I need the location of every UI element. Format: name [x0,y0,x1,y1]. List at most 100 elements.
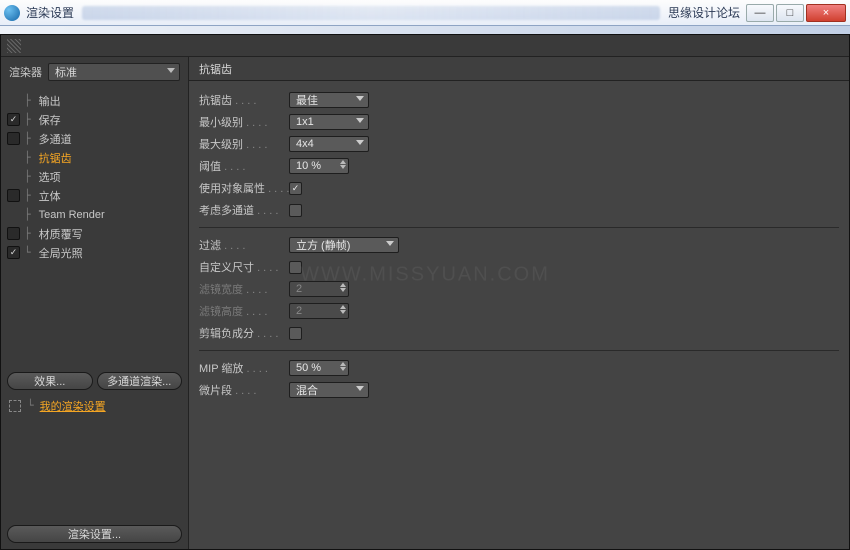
preset-label: 我的渲染设置 [40,398,106,414]
checkbox[interactable] [289,182,302,195]
renderer-combo[interactable]: 标准 [48,63,180,81]
sidebar-item[interactable]: ├Team Render [1,205,188,224]
sidebar-item[interactable]: ├保存 [1,110,188,129]
number-input[interactable]: 10 % [289,158,349,174]
field-row: 考虑多通道 . . . . [199,199,839,221]
minimize-button[interactable]: — [746,4,774,22]
preset-icon [9,400,21,412]
field-row: MIP 缩放 . . . .50 % [199,357,839,379]
chevron-down-icon [356,118,364,123]
field-row: 剪辑负成分 . . . . [199,322,839,344]
checkbox [7,170,20,183]
dropdown[interactable]: 混合 [289,382,369,398]
sidebar-item[interactable]: └全局光照 [1,243,188,262]
field-label: MIP 缩放 . . . . [199,360,289,376]
toolbar [1,35,849,57]
sidebar-item[interactable]: ├输出 [1,91,188,110]
sidebar-item[interactable]: ├立体 [1,186,188,205]
window-buttons: — □ × [746,4,846,22]
sidebar-item-label: 全局光照 [35,245,83,261]
sidebar-item-label: Team Render [35,209,105,221]
checkbox[interactable] [289,327,302,340]
titlebar-blur [82,6,660,20]
sidebar-item[interactable]: ├材质覆写 [1,224,188,243]
field-row: 滤镜高度 . . . .2 [199,300,839,322]
app-icon [4,5,20,21]
field-label: 微片段 . . . . [199,382,289,398]
field-row: 抗锯齿 . . . .最佳 [199,89,839,111]
sidebar-item-label: 输出 [35,93,61,109]
checkbox [7,151,20,164]
number-input[interactable]: 50 % [289,360,349,376]
effects-button[interactable]: 效果... [7,372,93,390]
panel-title: 抗锯齿 [189,57,849,81]
sidebar-item[interactable]: ├多通道 [1,129,188,148]
preset-row[interactable]: └ 我的渲染设置 [1,394,188,418]
chevron-down-icon [356,386,364,391]
sidebar-item-label: 选项 [35,169,61,185]
window-title: 渲染设置 [26,4,74,21]
dropdown[interactable]: 4x4 [289,136,369,152]
main: 渲染器 标准 ├输出├保存├多通道├抗锯齿├选项├立体├Team Render├… [1,57,849,549]
field-row: 使用对象属性 . . . . [199,177,839,199]
render-settings-button[interactable]: 渲染设置... [7,525,182,543]
field-label: 滤镜高度 . . . . [199,303,289,319]
multipass-button[interactable]: 多通道渲染... [97,372,183,390]
chevron-down-icon [356,140,364,145]
sidebar-item[interactable]: ├选项 [1,167,188,186]
titlebar[interactable]: 渲染设置 思缘设计论坛 — □ × [0,0,850,26]
separator [199,227,839,228]
chevron-down-icon [167,68,175,73]
render-settings-window: 渲染设置 思缘设计论坛 — □ × 渲染器 标准 ├输出├保存├多通道├抗锯齿├ [0,0,850,550]
field-label: 剪辑负成分 . . . . [199,325,289,341]
brand-text: 思缘设计论坛 [668,4,740,21]
renderer-row: 渲染器 标准 [1,57,188,87]
grip-icon[interactable] [7,39,21,53]
field-label: 考虑多通道 . . . . [199,202,289,218]
checkbox[interactable] [7,227,20,240]
chrome-strip [0,26,850,34]
renderer-value: 标准 [55,64,77,80]
sidebar-item-label: 抗锯齿 [35,150,72,166]
checkbox[interactable] [289,261,302,274]
checkbox [7,208,20,221]
dropdown[interactable]: 1x1 [289,114,369,130]
field-label: 滤镜宽度 . . . . [199,281,289,297]
checkbox [7,94,20,107]
separator [199,350,839,351]
field-row: 过滤 . . . .立方 (静帧) [199,234,839,256]
field-label: 最大级别 . . . . [199,136,289,152]
renderer-label: 渲染器 [9,64,42,80]
sidebar: 渲染器 标准 ├输出├保存├多通道├抗锯齿├选项├立体├Team Render├… [1,57,189,549]
field-row: 最小级别 . . . .1x1 [199,111,839,133]
checkbox[interactable] [7,189,20,202]
field-row: 阈值 . . . .10 % [199,155,839,177]
field-label: 过滤 . . . . [199,237,289,253]
number-input: 2 [289,281,349,297]
checkbox[interactable] [289,204,302,217]
dropdown[interactable]: 最佳 [289,92,369,108]
sidebar-item[interactable]: ├抗锯齿 [1,148,188,167]
panel: 抗锯齿 抗锯齿 . . . .最佳最小级别 . . . .1x1最大级别 . .… [189,57,849,549]
field-label: 抗锯齿 . . . . [199,92,289,108]
sidebar-item-label: 多通道 [35,131,72,147]
sidebar-item-label: 保存 [35,112,61,128]
field-label: 最小级别 . . . . [199,114,289,130]
dropdown[interactable]: 立方 (静帧) [289,237,399,253]
sidebar-item-label: 材质覆写 [35,226,83,242]
field-row: 滤镜宽度 . . . .2 [199,278,839,300]
sidebar-item-label: 立体 [35,188,61,204]
checkbox[interactable] [7,246,20,259]
close-button[interactable]: × [806,4,846,22]
checkbox[interactable] [7,113,20,126]
field-label: 使用对象属性 . . . . [199,180,289,196]
panel-body: 抗锯齿 . . . .最佳最小级别 . . . .1x1最大级别 . . . .… [189,81,849,409]
checkbox[interactable] [7,132,20,145]
client-area: 渲染器 标准 ├输出├保存├多通道├抗锯齿├选项├立体├Team Render├… [0,34,850,550]
chevron-down-icon [356,96,364,101]
number-input: 2 [289,303,349,319]
field-label: 阈值 . . . . [199,158,289,174]
field-row: 微片段 . . . .混合 [199,379,839,401]
field-row: 自定义尺寸 . . . . [199,256,839,278]
maximize-button[interactable]: □ [776,4,804,22]
